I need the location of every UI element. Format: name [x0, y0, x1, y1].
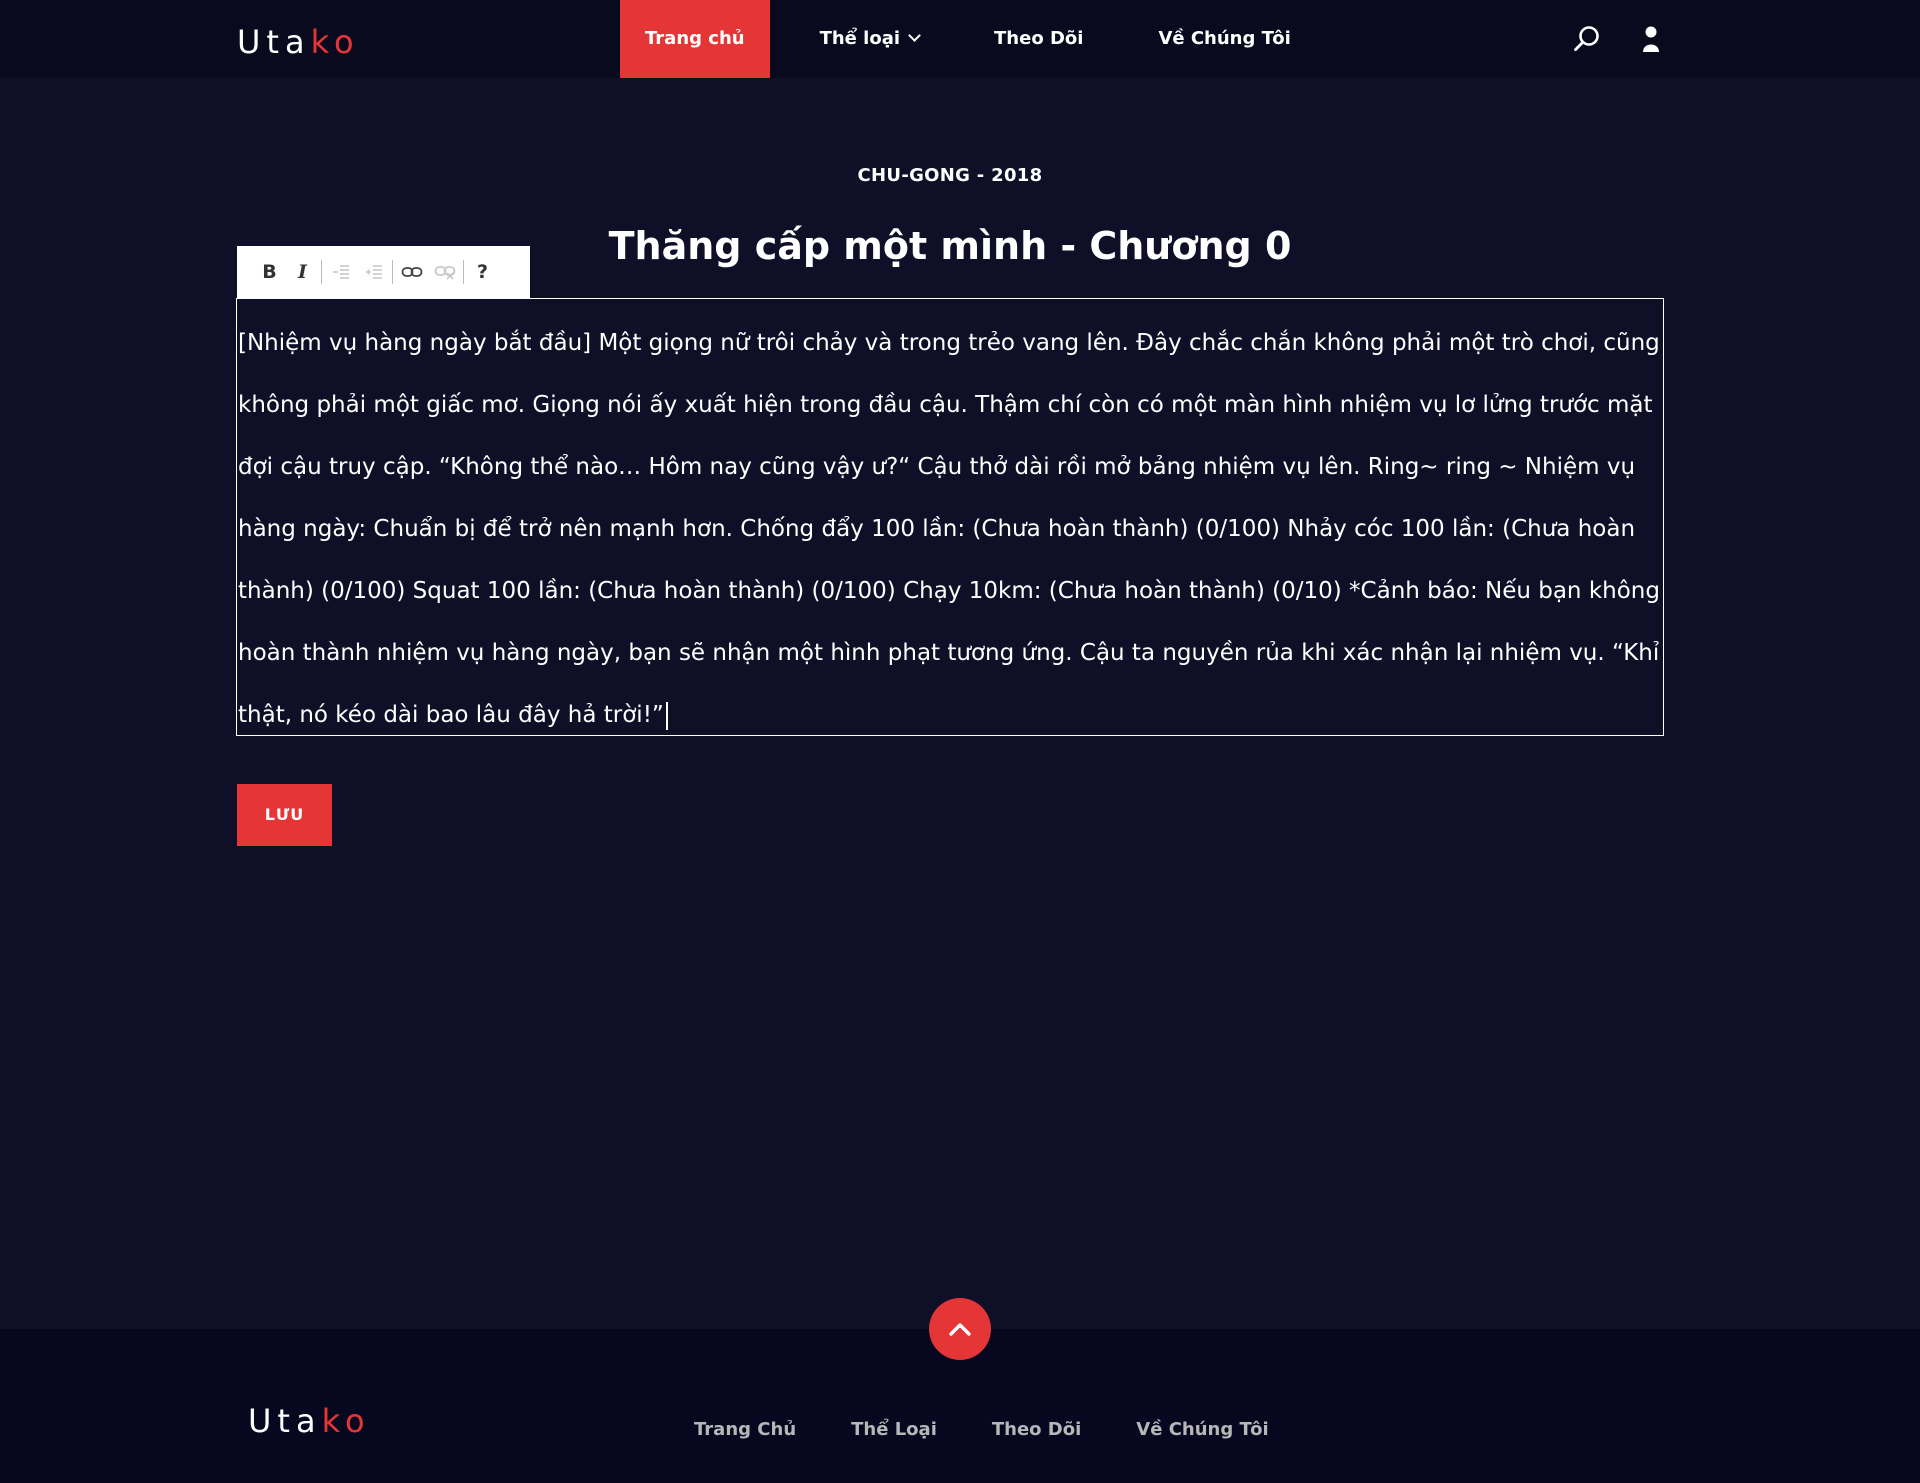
chapter-content-editor[interactable]: [Nhiệm vụ hàng ngày bắt đầu] Một giọng n…	[236, 298, 1664, 736]
save-button[interactable]: LƯU	[237, 784, 332, 846]
footer-link-genre[interactable]: Thể Loại	[851, 1419, 937, 1440]
nav-genre[interactable]: Thể loại	[795, 0, 944, 78]
logo-text-2: k	[310, 23, 334, 61]
logo-text-1: Uta	[237, 23, 311, 61]
text-caret	[665, 701, 668, 730]
toolbar-divider	[463, 260, 464, 284]
chevron-up-icon	[949, 1323, 971, 1336]
nav-about-label: Về Chúng Tôi	[1158, 28, 1291, 49]
footer-logo[interactable]: Utako	[248, 1399, 371, 1443]
indent-icon[interactable]	[357, 256, 390, 288]
toolbar-divider	[392, 260, 393, 284]
nav-home[interactable]: Trang chủ	[620, 0, 770, 78]
search-icon[interactable]	[1570, 22, 1604, 56]
footer-nav: Trang Chủ Thể Loại Theo Dõi Về Chúng Tôi	[694, 1419, 1269, 1440]
chevron-down-icon	[908, 29, 921, 42]
editor-text: [Nhiệm vụ hàng ngày bắt đầu] Một giọng n…	[238, 330, 1660, 728]
nav-follow[interactable]: Theo Dõi	[969, 0, 1108, 78]
footer-logo-text-3: o	[344, 1402, 371, 1440]
help-button[interactable]: ?	[466, 256, 499, 288]
footer-link-about[interactable]: Về Chúng Tôi	[1136, 1419, 1268, 1440]
footer-logo-text-2: k	[321, 1402, 345, 1440]
chapter-meta: CHU-GONG - 2018	[857, 165, 1043, 186]
back-to-top-button[interactable]	[929, 1298, 991, 1360]
site-logo[interactable]: Utako	[237, 20, 360, 64]
footer-link-home[interactable]: Trang Chủ	[694, 1419, 796, 1440]
editor-toolbar: B I ?	[237, 246, 530, 298]
nav-genre-label: Thể loại	[819, 28, 901, 49]
top-header: Utako Trang chủ Thể loại Theo Dõi Về Chú…	[0, 0, 1920, 78]
footer-link-follow[interactable]: Theo Dõi	[992, 1419, 1081, 1440]
nav-home-label: Trang chủ	[645, 28, 745, 49]
main-nav: Trang chủ Thể loại Theo Dõi Về Chúng Tôi	[620, 0, 1316, 78]
nav-follow-label: Theo Dõi	[994, 28, 1084, 49]
nav-about[interactable]: Về Chúng Tôi	[1133, 0, 1315, 78]
footer-logo-text-1: Uta	[248, 1402, 322, 1440]
toolbar-divider	[321, 260, 322, 284]
user-icon[interactable]	[1634, 22, 1668, 56]
unlink-icon[interactable]	[428, 256, 461, 288]
link-icon[interactable]	[395, 256, 428, 288]
bold-button[interactable]: B	[253, 256, 286, 288]
outdent-icon[interactable]	[324, 256, 357, 288]
logo-text-3: o	[333, 23, 360, 61]
italic-button[interactable]: I	[286, 256, 319, 288]
